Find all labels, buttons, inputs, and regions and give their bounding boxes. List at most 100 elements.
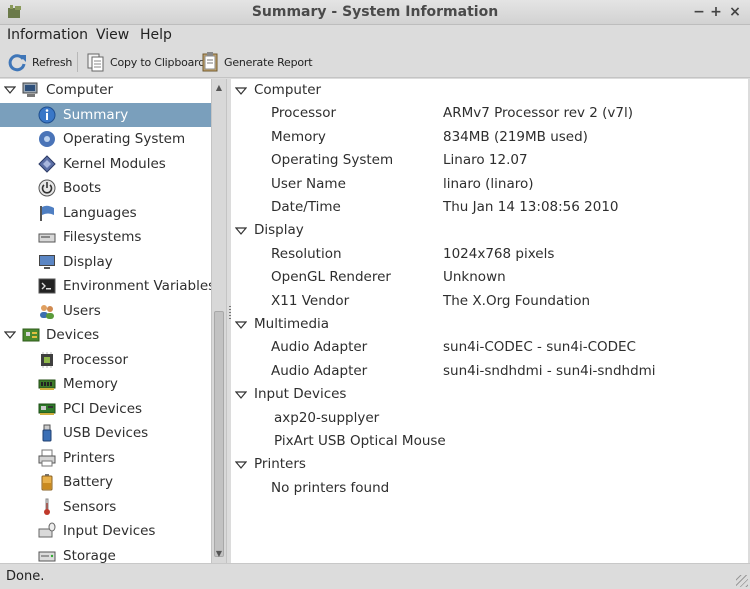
sidebar-item-label: USB Devices	[63, 425, 149, 441]
sidebar-scrollbar[interactable]: ▲ ▼	[211, 79, 227, 563]
close-button[interactable]: ×	[726, 3, 744, 21]
printer-icon	[38, 449, 56, 467]
sidebar-item-label: Operating System	[63, 131, 186, 147]
detail-row: axp20-supplyer	[231, 407, 746, 429]
cpu-icon	[38, 351, 56, 369]
menu-information[interactable]: Information	[7, 27, 88, 43]
sidebar-item-languages[interactable]: Languages	[0, 201, 211, 225]
scroll-down-arrow-icon[interactable]: ▼	[212, 547, 226, 561]
sidebar-item-label: Display	[63, 254, 113, 270]
sidebar-item-pci-devices[interactable]: PCI Devices	[0, 397, 211, 421]
detail-key: User Name	[271, 176, 346, 192]
detail-row: No printers found	[231, 477, 746, 499]
detail-value: Thu Jan 14 13:08:56 2010	[443, 199, 619, 215]
sidebar-item-summary[interactable]: Summary	[0, 103, 211, 127]
window-title: Summary - System Information	[251, 4, 499, 20]
sidebar-item-label: Computer	[46, 82, 114, 98]
minimize-button[interactable]: −	[690, 3, 708, 21]
expander-icon[interactable]	[3, 329, 17, 341]
sidebar-item-memory[interactable]: Memory	[0, 372, 211, 396]
scroll-up-arrow-icon[interactable]: ▲	[212, 81, 226, 95]
detail-value: 834MB (219MB used)	[443, 129, 588, 145]
maximize-button[interactable]: +	[707, 3, 725, 21]
sidebar-item-label: Boots	[63, 180, 102, 196]
sidebar-tree[interactable]: Computer Summary Operating System Kernel Mo…	[0, 79, 211, 563]
expander-icon[interactable]	[234, 389, 248, 401]
sidebar-item-sensors[interactable]: Sensors	[0, 495, 211, 519]
report-icon	[202, 52, 218, 72]
detail-row: PixArt USB Optical Mouse	[231, 430, 746, 452]
menu-help[interactable]: Help	[140, 27, 172, 43]
sidebar-item-devices[interactable]: Devices	[0, 323, 211, 347]
section-title: Printers	[254, 456, 306, 472]
detail-row: Memory 834MB (219MB used)	[231, 126, 746, 148]
detail-key: Operating System	[271, 152, 394, 168]
sidebar-item-display[interactable]: Display	[0, 250, 211, 274]
section-display[interactable]: Display	[231, 219, 746, 241]
copy-to-clipboard-button[interactable]: Copy to Clipboard	[86, 50, 205, 74]
battery-icon	[38, 473, 56, 491]
detail-value: Unknown	[443, 269, 506, 285]
detail-key: No printers found	[271, 480, 390, 496]
detail-row: Date/Time Thu Jan 14 13:08:56 2010	[231, 196, 746, 218]
sidebar-item-computer[interactable]: Computer	[0, 79, 211, 102]
detail-key: OpenGL Renderer	[271, 269, 391, 285]
detail-value: sun4i-sndhdmi - sun4i-sndhdmi	[443, 363, 656, 379]
sidebar-item-label: Processor	[63, 352, 129, 368]
detail-row: X11 Vendor The X.Org Foundation	[231, 290, 746, 312]
detail-row: Resolution 1024x768 pixels	[231, 243, 746, 265]
sidebar-item-label: Sensors	[63, 499, 117, 515]
sidebar-item-label: Environment Variables	[63, 278, 211, 294]
toolbar-separator	[77, 52, 78, 72]
sidebar-item-users[interactable]: Users	[0, 299, 211, 323]
refresh-button[interactable]: Refresh	[6, 50, 72, 74]
sidebar-item-input-devices[interactable]: Input Devices	[0, 519, 211, 543]
storage-icon	[38, 547, 56, 563]
expander-icon[interactable]	[234, 319, 248, 331]
sidebar-item-operating-system[interactable]: Operating System	[0, 127, 211, 151]
section-multimedia[interactable]: Multimedia	[231, 313, 746, 335]
generate-report-button[interactable]: Generate Report	[200, 50, 313, 74]
sidebar-item-processor[interactable]: Processor	[0, 348, 211, 372]
sidebar-item-boots[interactable]: Boots	[0, 176, 211, 200]
info-icon	[38, 106, 56, 124]
menu-view[interactable]: View	[96, 27, 129, 43]
scroll-thumb[interactable]	[214, 311, 224, 557]
sidebar-item-environment-variables[interactable]: Environment Variables	[0, 274, 211, 298]
sidebar-item-battery[interactable]: Battery	[0, 470, 211, 494]
sidebar-item-usb-devices[interactable]: USB Devices	[0, 421, 211, 445]
section-computer[interactable]: Computer	[231, 79, 746, 101]
sidebar-item-label: Summary	[63, 107, 129, 123]
sidebar-item-label: Storage	[63, 548, 116, 563]
detail-key: PixArt USB Optical Mouse	[274, 433, 446, 449]
monitor-icon	[38, 253, 56, 271]
resize-grip-icon[interactable]	[736, 575, 748, 587]
sidebar-item-kernel-modules[interactable]: Kernel Modules	[0, 152, 211, 176]
expander-icon[interactable]	[234, 459, 248, 471]
section-printers[interactable]: Printers	[231, 453, 746, 475]
kernel-icon	[38, 155, 56, 173]
board-icon	[22, 326, 40, 344]
drive-icon	[38, 228, 56, 246]
sidebar-item-filesystems[interactable]: Filesystems	[0, 225, 211, 249]
section-title: Input Devices	[254, 386, 347, 402]
detail-key: Resolution	[271, 246, 342, 262]
expander-icon[interactable]	[234, 85, 248, 97]
detail-value: sun4i-CODEC - sun4i-CODEC	[443, 339, 636, 355]
terminal-icon	[38, 277, 56, 295]
detail-row: Audio Adapter sun4i-CODEC - sun4i-CODEC	[231, 336, 746, 358]
detail-key: Audio Adapter	[271, 339, 368, 355]
detail-value: Linaro 12.07	[443, 152, 528, 168]
detail-key: Audio Adapter	[271, 363, 368, 379]
section-input[interactable]: Input Devices	[231, 383, 746, 405]
sidebar-item-storage[interactable]: Storage	[0, 544, 211, 563]
sidebar-item-label: Users	[63, 303, 101, 319]
expander-icon[interactable]	[234, 225, 248, 237]
expander-icon[interactable]	[3, 84, 17, 96]
title-bar[interactable]: Summary - System Information − + ×	[0, 0, 750, 25]
users-icon	[38, 302, 56, 320]
sidebar-item-printers[interactable]: Printers	[0, 446, 211, 470]
sidebar-item-label: Printers	[63, 450, 115, 466]
status-bar: Done.	[0, 563, 750, 589]
detail-key: Date/Time	[271, 199, 341, 215]
